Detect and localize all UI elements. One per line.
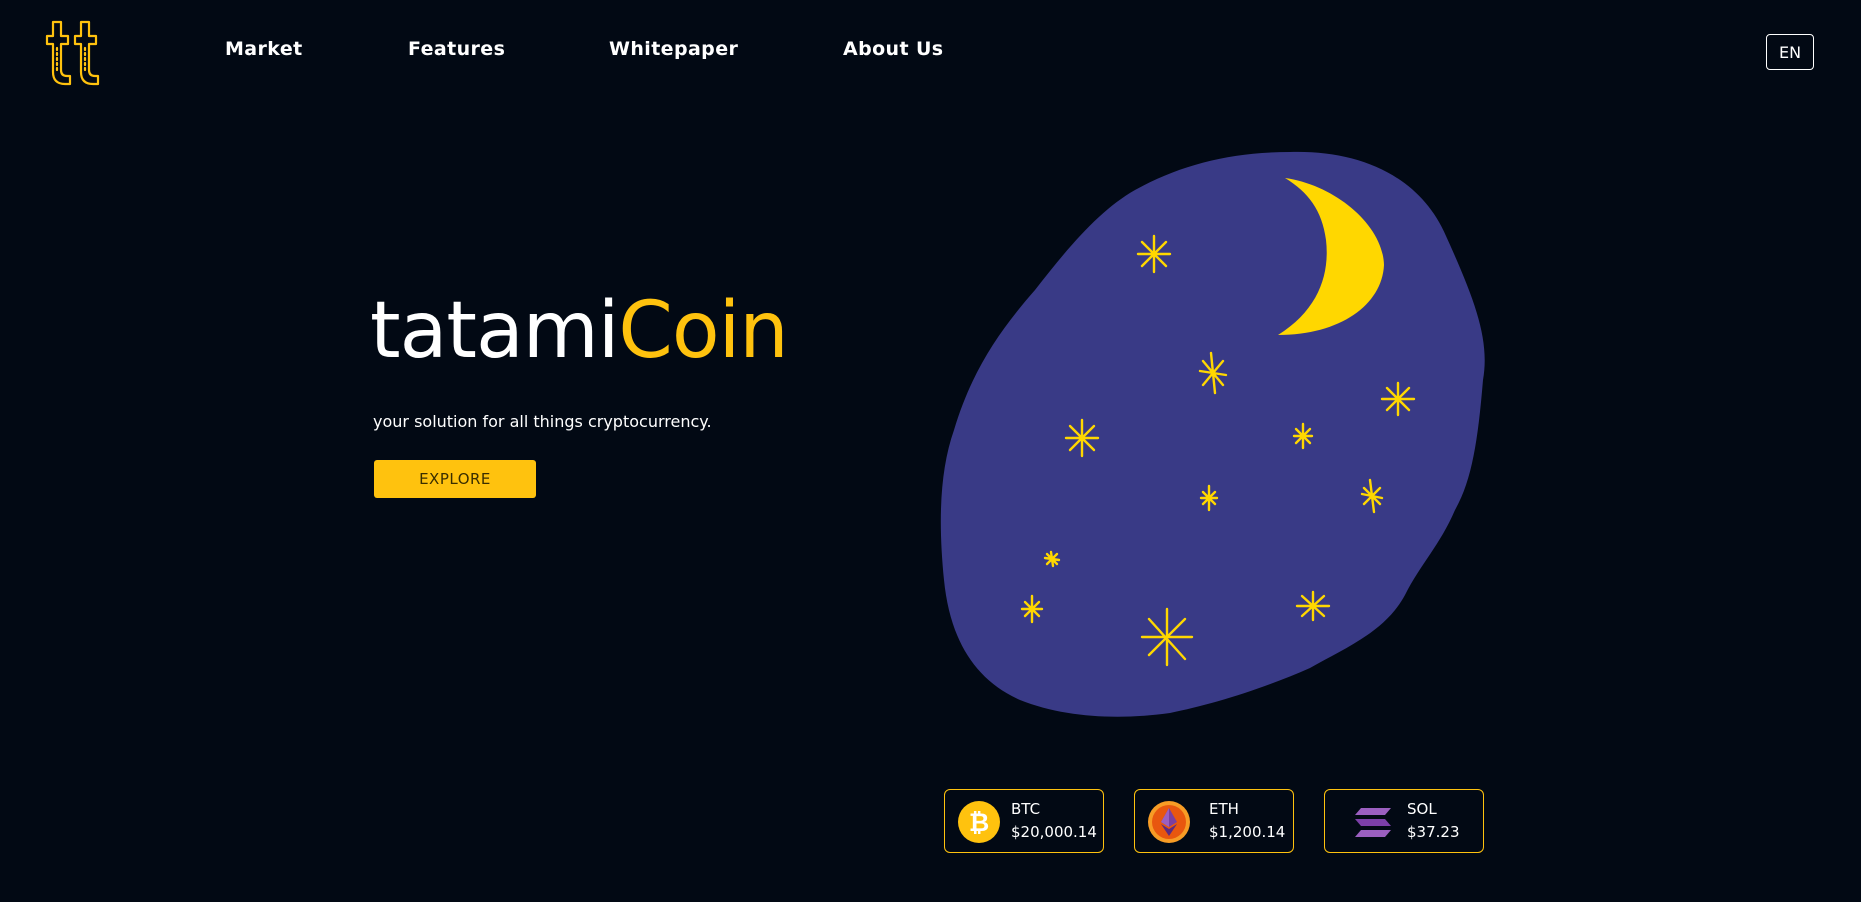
star-icon: [1064, 418, 1100, 458]
ticker-btc[interactable]: ₿ BTC $20,000.14: [944, 789, 1104, 853]
ticker-price: $20,000.14: [1011, 823, 1097, 841]
svg-text:₿: ₿: [969, 808, 989, 837]
sky-blob: [940, 151, 1485, 717]
bitcoin-icon: ₿: [958, 801, 1000, 843]
solana-icon: [1355, 808, 1391, 837]
ticker-price: $1,200.14: [1209, 823, 1286, 841]
hero-title-main: tatami: [370, 286, 619, 376]
ticker-symbol: SOL: [1407, 800, 1437, 818]
ticker-eth[interactable]: ETH $1,200.14: [1134, 789, 1294, 853]
ethereum-icon: [1148, 801, 1190, 843]
page: Market Features Whitepaper About Us EN t…: [0, 0, 1861, 902]
star-icon: [1136, 234, 1172, 274]
star-icon: [1295, 590, 1331, 622]
ticker-price: $37.23: [1407, 823, 1460, 841]
star-icon: [1043, 550, 1061, 568]
star-icon: [1380, 381, 1416, 417]
nav-market[interactable]: Market: [225, 38, 303, 60]
hero-tagline: your solution for all things cryptocurre…: [373, 412, 712, 431]
hero-title: tatamiCoin: [370, 292, 789, 370]
nav-whitepaper[interactable]: Whitepaper: [609, 38, 738, 60]
nav-features[interactable]: Features: [408, 38, 505, 60]
ticker-symbol: BTC: [1011, 800, 1041, 818]
language-button[interactable]: EN: [1766, 34, 1814, 70]
explore-button[interactable]: EXPLORE: [374, 460, 536, 498]
nav-about-us[interactable]: About Us: [843, 38, 944, 60]
hero-title-accent: Coin: [618, 286, 788, 376]
ticker-sol[interactable]: SOL $37.23: [1324, 789, 1484, 853]
night-sky-illustration: [940, 151, 1485, 717]
logo-icon[interactable]: [44, 18, 124, 88]
ticker-symbol: ETH: [1209, 800, 1239, 818]
